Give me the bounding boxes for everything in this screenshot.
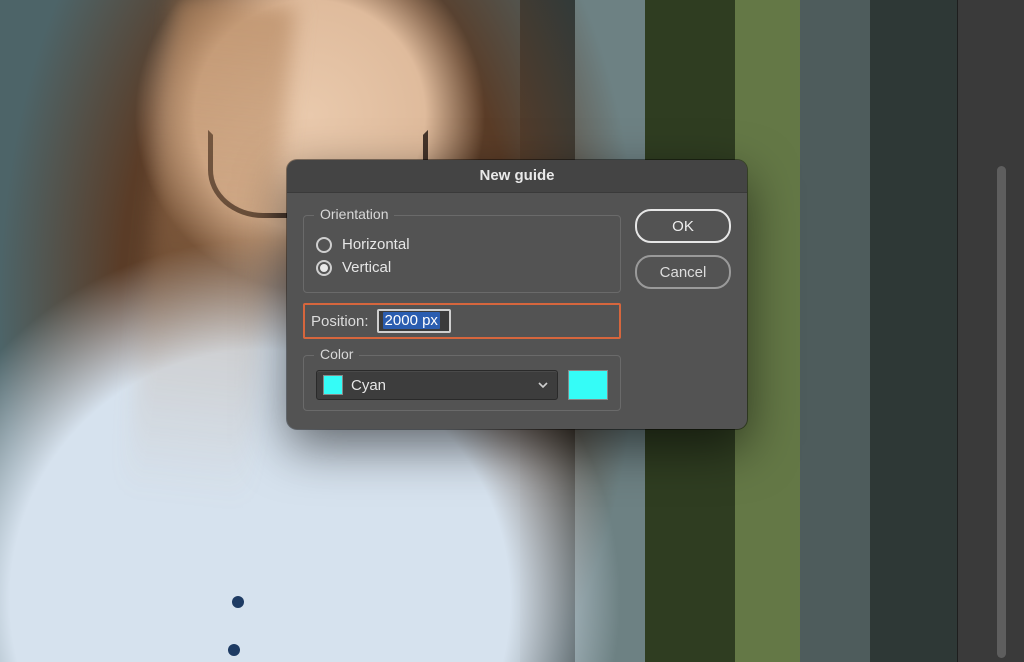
right-gutter	[957, 0, 1024, 662]
color-swatch-large[interactable]	[568, 370, 608, 400]
orientation-group: Orientation Horizontal Vertical	[303, 215, 621, 293]
photo-detail	[232, 596, 244, 608]
color-select-value: Cyan	[351, 377, 386, 394]
color-select[interactable]: Cyan	[316, 370, 558, 400]
cancel-button[interactable]: Cancel	[635, 255, 731, 289]
ok-button[interactable]: OK	[635, 209, 731, 243]
color-group-label: Color	[314, 346, 359, 362]
color-group: Color Cyan	[303, 355, 621, 411]
color-swatch-small	[323, 375, 343, 395]
position-value: 2000 px	[383, 312, 440, 329]
radio-checked-icon	[316, 260, 332, 276]
orientation-horizontal-label: Horizontal	[342, 236, 410, 253]
radio-icon	[316, 237, 332, 253]
ok-button-label: OK	[672, 218, 694, 235]
orientation-horizontal-option[interactable]: Horizontal	[316, 236, 608, 253]
cancel-button-label: Cancel	[660, 264, 707, 281]
vertical-scrollbar[interactable]	[994, 0, 1006, 662]
orientation-vertical-option[interactable]: Vertical	[316, 259, 608, 276]
orientation-label: Orientation	[314, 206, 394, 222]
position-label: Position:	[311, 313, 369, 330]
orientation-vertical-label: Vertical	[342, 259, 391, 276]
vertical-scrollbar-thumb[interactable]	[997, 166, 1006, 658]
dialog-title: New guide	[287, 160, 747, 193]
position-row-highlight: Position: 2000 px	[303, 303, 621, 339]
new-guide-dialog: New guide Orientation Horizontal Vertica…	[287, 160, 747, 429]
position-input[interactable]: 2000 px	[377, 309, 451, 333]
chevron-down-icon	[537, 379, 549, 391]
